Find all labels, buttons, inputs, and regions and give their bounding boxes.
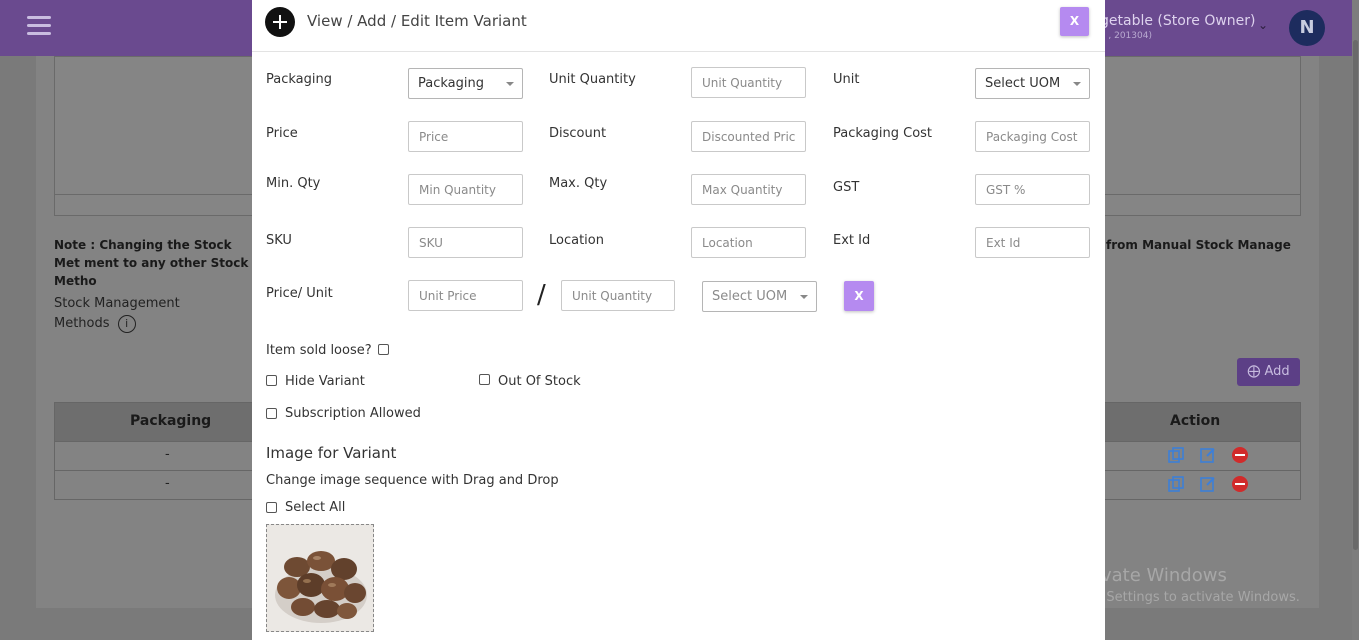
image-sequence-hint: Change image sequence with Drag and Drop [266, 473, 559, 488]
ext-id-input[interactable] [975, 227, 1090, 258]
delete-icon[interactable] [1231, 475, 1249, 493]
edit-icon[interactable] [1199, 446, 1217, 464]
packaging-cost-input[interactable] [975, 121, 1090, 152]
copy-icon[interactable] [1167, 446, 1185, 464]
select-all-checkbox[interactable] [266, 502, 277, 513]
modal-header: View / Add / Edit Item Variant X [252, 0, 1105, 52]
close-modal-button[interactable]: X [1060, 7, 1089, 36]
price-unit-separator: / [537, 280, 546, 310]
item-variant-modal: View / Add / Edit Item Variant X Packagi… [252, 0, 1105, 640]
stock-note-text: Note : Changing the Stock Met ment to an… [54, 238, 249, 288]
caret-down-icon [506, 82, 514, 86]
min-qty-label: Min. Qty [266, 176, 321, 191]
max-qty-label: Max. Qty [549, 176, 608, 191]
unit-price-input[interactable] [408, 280, 523, 311]
menu-icon[interactable] [27, 16, 51, 38]
delete-icon[interactable] [1231, 446, 1249, 464]
avatar[interactable]: N [1289, 10, 1325, 46]
location-label: Location [549, 233, 604, 248]
store-name[interactable]: getable (Store Owner) [1100, 13, 1256, 29]
plus-circle-icon [265, 7, 295, 37]
caret-down-icon [800, 295, 808, 299]
unit-select-value: Select UOM [985, 76, 1061, 91]
discount-input[interactable] [691, 121, 806, 152]
subscription-allowed-checkbox[interactable] [266, 408, 277, 419]
plus-circle-icon: ⨁ [1247, 364, 1261, 379]
price-input[interactable] [408, 121, 523, 152]
stock-note-text-right: from Manual Stock Manage [1106, 238, 1291, 252]
taro-roots-image [267, 525, 373, 631]
subscription-allowed-label: Subscription Allowed [285, 406, 421, 421]
store-address: a , 201304) [1100, 31, 1152, 41]
packaging-select[interactable]: Packaging [408, 68, 523, 99]
sku-input[interactable] [408, 227, 523, 258]
out-of-stock-checkbox[interactable] [479, 374, 490, 385]
hide-variant-label: Hide Variant [285, 374, 365, 389]
copy-icon[interactable] [1167, 475, 1185, 493]
info-icon[interactable]: i [117, 314, 136, 333]
add-variant-button[interactable]: ⨁ Add [1237, 358, 1300, 386]
table-cell-packaging: - [165, 447, 170, 462]
price-unit-label: Price/ Unit [266, 286, 333, 301]
unit-select[interactable]: Select UOM [975, 68, 1090, 99]
packaging-label: Packaging [266, 72, 332, 87]
item-sold-loose-checkbox[interactable] [378, 344, 389, 355]
discount-label: Discount [549, 126, 607, 141]
table-cell-packaging: - [165, 476, 170, 491]
packaging-select-value: Packaging [418, 76, 484, 91]
price-unit-quantity-input[interactable] [561, 280, 675, 311]
add-button-label: Add [1264, 364, 1290, 379]
unit-quantity-input[interactable] [691, 67, 806, 98]
max-qty-input[interactable] [691, 174, 806, 205]
gst-input[interactable] [975, 174, 1090, 205]
hide-variant-checkbox[interactable] [266, 375, 277, 386]
variant-image-thumbnail[interactable] [266, 524, 374, 632]
chevron-down-icon[interactable]: ⌄ [1258, 18, 1268, 32]
select-all-label: Select All [285, 500, 346, 515]
unit-quantity-label: Unit Quantity [549, 72, 636, 87]
price-unit-uom-value: Select UOM [712, 289, 788, 304]
column-header-action: Action [1170, 413, 1221, 429]
price-unit-uom-select[interactable]: Select UOM [702, 281, 817, 312]
stock-method-label: Stock Management Methods i [54, 294, 194, 334]
scrollbar-thumb[interactable] [1353, 40, 1358, 550]
unit-label: Unit [833, 72, 860, 87]
column-header-packaging: Packaging [130, 413, 212, 429]
price-label: Price [266, 126, 298, 141]
packaging-cost-label: Packaging Cost [833, 126, 933, 141]
image-section-title: Image for Variant [266, 444, 397, 462]
item-sold-loose-label: Item sold loose? [266, 343, 372, 358]
location-input[interactable] [691, 227, 806, 258]
page-scrollbar[interactable] [1352, 0, 1359, 640]
edit-icon[interactable] [1199, 475, 1217, 493]
gst-label: GST [833, 180, 860, 195]
stock-method-label-text: Stock Management Methods [54, 296, 180, 331]
out-of-stock-label: Out Of Stock [498, 374, 581, 389]
caret-down-icon [1073, 82, 1081, 86]
modal-title: View / Add / Edit Item Variant [307, 12, 527, 30]
min-qty-input[interactable] [408, 174, 523, 205]
ext-id-label: Ext Id [833, 233, 871, 248]
remove-price-unit-button[interactable]: X [844, 281, 874, 311]
sku-label: SKU [266, 233, 292, 248]
